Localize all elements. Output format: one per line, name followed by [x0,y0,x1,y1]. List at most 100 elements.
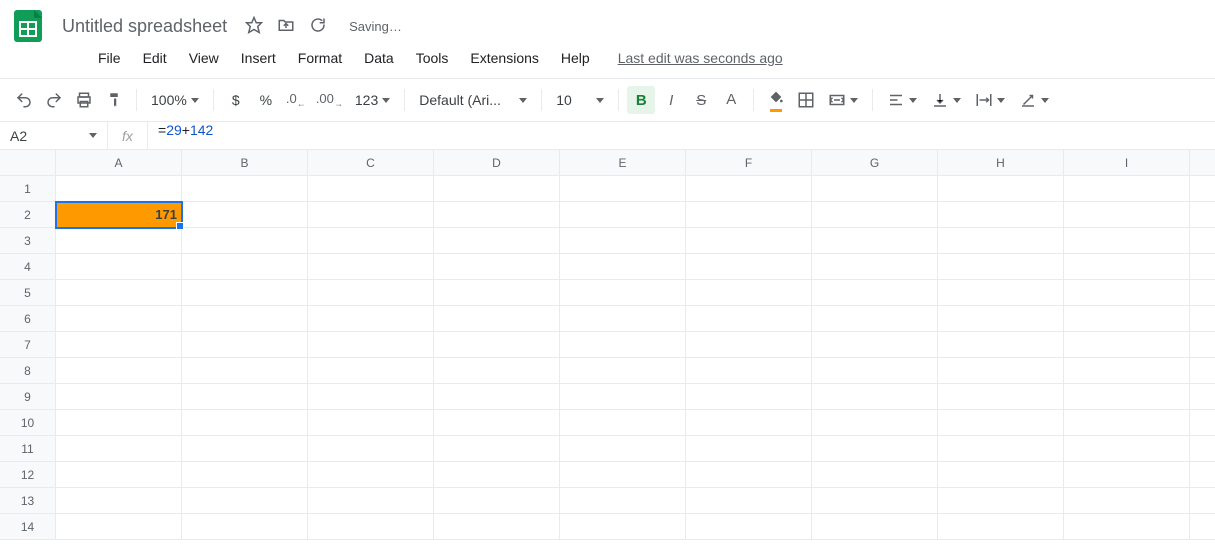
row-header[interactable]: 3 [0,228,56,254]
cell[interactable] [434,202,560,228]
cell[interactable] [560,306,686,332]
cell[interactable] [1190,410,1215,436]
cell[interactable] [56,436,182,462]
cell[interactable] [182,514,308,540]
menu-insert[interactable]: Insert [231,44,286,72]
cell[interactable] [812,254,938,280]
cell[interactable] [1190,436,1215,462]
cell[interactable] [938,358,1064,384]
row-header[interactable]: 10 [0,410,56,436]
cell[interactable] [1190,202,1215,228]
cell[interactable] [434,254,560,280]
cell[interactable] [812,514,938,540]
cell[interactable] [1190,358,1215,384]
vertical-align-dropdown[interactable] [925,86,967,114]
cell[interactable] [560,332,686,358]
cell[interactable] [686,436,812,462]
cell[interactable] [686,514,812,540]
text-color-button[interactable]: A [717,86,745,114]
cell[interactable] [434,228,560,254]
cell[interactable] [56,384,182,410]
name-box[interactable]: A2 [0,122,108,149]
cell[interactable] [182,436,308,462]
cell[interactable] [308,436,434,462]
cell[interactable] [686,462,812,488]
document-title[interactable]: Untitled spreadsheet [56,14,233,39]
cell[interactable] [686,488,812,514]
cell[interactable] [56,410,182,436]
column-header[interactable]: G [812,150,938,176]
text-rotation-dropdown[interactable] [1013,86,1055,114]
cell[interactable] [1064,202,1190,228]
more-formats-dropdown[interactable]: 123 [349,86,396,114]
font-family-dropdown[interactable]: Default (Ari... [413,86,533,114]
cell[interactable] [182,306,308,332]
column-header[interactable]: F [686,150,812,176]
cell[interactable] [686,202,812,228]
horizontal-align-dropdown[interactable] [881,86,923,114]
cell[interactable] [560,202,686,228]
cell[interactable] [938,202,1064,228]
cell[interactable] [938,514,1064,540]
cell[interactable] [686,384,812,410]
cell[interactable] [56,176,182,202]
decrease-decimal-button[interactable]: .0← [282,86,310,114]
cell[interactable] [686,358,812,384]
column-header[interactable]: D [434,150,560,176]
format-percent-button[interactable]: % [252,86,280,114]
cell[interactable] [434,436,560,462]
cell[interactable] [434,306,560,332]
cell[interactable] [56,306,182,332]
cell[interactable] [434,332,560,358]
cell[interactable] [434,280,560,306]
cell[interactable] [1064,306,1190,332]
cell[interactable] [938,332,1064,358]
cell[interactable] [812,384,938,410]
cell[interactable] [1190,488,1215,514]
cell[interactable] [938,462,1064,488]
cell[interactable] [1190,332,1215,358]
column-header[interactable]: I [1064,150,1190,176]
cell[interactable] [308,280,434,306]
cell[interactable] [938,176,1064,202]
undo-button[interactable] [10,86,38,114]
cell[interactable] [182,202,308,228]
cell[interactable] [1190,306,1215,332]
menu-extensions[interactable]: Extensions [460,44,548,72]
cell[interactable] [434,384,560,410]
borders-button[interactable] [792,86,820,114]
cell[interactable] [560,410,686,436]
text-wrap-dropdown[interactable] [969,86,1011,114]
column-header[interactable]: C [308,150,434,176]
cell[interactable] [1064,280,1190,306]
cell[interactable] [182,332,308,358]
row-header[interactable]: 14 [0,514,56,540]
cell[interactable] [182,228,308,254]
cell[interactable] [308,384,434,410]
cell[interactable] [308,410,434,436]
cell[interactable] [938,306,1064,332]
sheets-logo[interactable] [8,6,48,46]
row-header[interactable]: 11 [0,436,56,462]
row-header[interactable]: 6 [0,306,56,332]
cell[interactable] [182,358,308,384]
cell[interactable] [1064,384,1190,410]
cell[interactable] [686,332,812,358]
column-header[interactable]: E [560,150,686,176]
cell[interactable] [434,176,560,202]
cell[interactable] [686,306,812,332]
cell[interactable] [938,228,1064,254]
cell[interactable] [1064,488,1190,514]
redo-button[interactable] [40,86,68,114]
row-header[interactable]: 4 [0,254,56,280]
font-size-dropdown[interactable]: 10 [550,86,610,114]
cell[interactable] [1064,462,1190,488]
cell[interactable] [434,358,560,384]
row-header[interactable]: 13 [0,488,56,514]
last-edit-link[interactable]: Last edit was seconds ago [618,50,783,66]
cell[interactable] [812,410,938,436]
menu-view[interactable]: View [179,44,229,72]
cell[interactable] [1190,462,1215,488]
cell[interactable] [560,228,686,254]
cell[interactable] [182,176,308,202]
